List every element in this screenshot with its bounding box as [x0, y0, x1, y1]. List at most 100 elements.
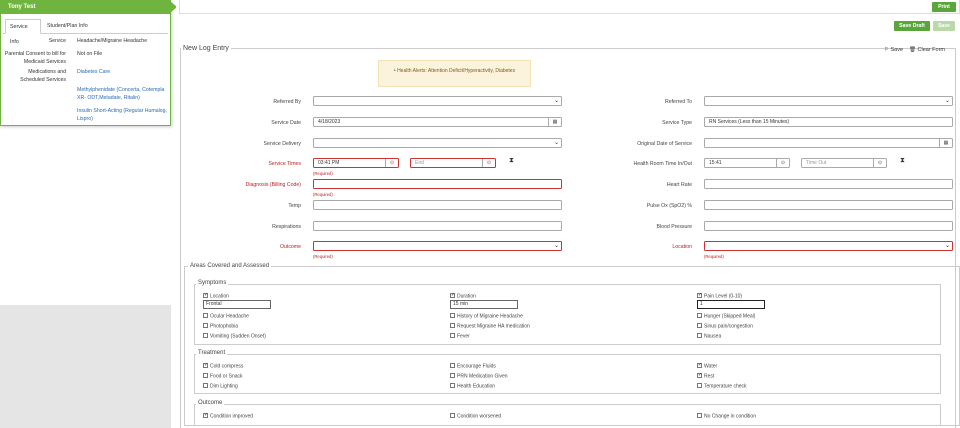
treatment-checkbox[interactable]: Water [697, 362, 717, 371]
student-tabs: Service Info Student/Plan Info [3, 19, 168, 45]
pulse-ox-input[interactable] [704, 200, 953, 210]
checkbox-unchecked [450, 333, 455, 338]
checkbox-unchecked [450, 323, 455, 328]
symptom-checkbox[interactable]: Hunger (Skipped Meal) [697, 313, 755, 321]
checkbox-unchecked [203, 323, 208, 328]
checkbox-label: Condition worsened [457, 413, 502, 420]
clear-form-link[interactable]: 🗑 Clear Form [909, 47, 945, 53]
treatment-checkbox[interactable]: Dim Lighting [203, 383, 238, 391]
outcome-checkbox[interactable]: Condition improved [203, 412, 253, 421]
referred-to-label: Referred To [664, 99, 692, 105]
service-type-value: RN Services (Less than 15 Minutes) [709, 119, 790, 125]
symptoms-box [194, 284, 941, 345]
checkbox-label: Vomiting (Sudden Onset) [210, 333, 266, 340]
checkbox-unchecked [203, 313, 208, 318]
service-time-start[interactable]: 03:41 PM ⊙ [313, 158, 399, 168]
outcome-checkbox[interactable]: Condition worsened [450, 413, 501, 421]
service-time-start-value: 03:41 PM [318, 160, 340, 166]
treatment-checkbox[interactable]: Encourage Fluids [450, 363, 496, 371]
symptom-checkbox[interactable]: Nausea [697, 333, 721, 341]
clock-icon[interactable]: ⊙ [776, 159, 789, 167]
trash-icon: 🗑 [909, 47, 916, 53]
heart-rate-input[interactable] [704, 179, 953, 189]
treatment-checkbox[interactable]: Temperature check [697, 383, 747, 391]
symptom-checkbox[interactable]: Ocular Headache [203, 313, 249, 321]
checkbox-label: Cold compress [210, 363, 244, 370]
symptom-checkbox[interactable]: Request Migraine HA medication [450, 323, 530, 331]
service-times-required: (Required) [313, 171, 333, 176]
clock-icon[interactable]: ⊙ [873, 159, 886, 167]
save-link[interactable]: ⚐ Save [884, 47, 903, 53]
blood-pressure-input[interactable] [704, 221, 953, 231]
calendar-icon[interactable]: ▦ [939, 139, 952, 147]
symptom-checkbox[interactable]: History of Migraine Headache [450, 313, 523, 321]
diabetes-care-link[interactable]: Diabetes Care [77, 69, 169, 77]
treatment-checkbox[interactable]: Health Education [450, 383, 495, 391]
symptom-checkbox[interactable]: Photophobia [203, 323, 238, 331]
chevron-down-icon: ⌄ [553, 243, 559, 249]
time-out-input[interactable]: Time Out ⊙ [801, 158, 887, 168]
medication-link-insulin[interactable]: Insulin Short-Acting (Regular Humalog, L… [77, 108, 169, 123]
treatment-checkbox[interactable]: PRN Medication Given [450, 373, 508, 381]
clock-icon[interactable]: ⊙ [482, 159, 495, 167]
symptom-location-label: Location [210, 293, 229, 300]
treatment-checkbox[interactable]: Cold compress [203, 362, 244, 371]
temp-label: Temp [288, 203, 301, 209]
consent-value: Not on File [77, 51, 103, 57]
symptom-location-input[interactable]: Frontal [203, 300, 271, 309]
outcome-checkbox[interactable]: No Change in condition [697, 413, 756, 421]
checkbox-unchecked [450, 313, 455, 318]
checkbox-label: No Change in condition [704, 413, 756, 420]
checkbox-checked [697, 372, 702, 379]
checkbox-label: Request Migraine HA medication [457, 323, 530, 330]
time-in-input[interactable]: 15:41 ⊙ [704, 158, 790, 168]
respirations-label: Respirations [272, 224, 301, 230]
hourglass-icon[interactable]: ⧗ [509, 157, 514, 165]
clock-icon[interactable]: ⊙ [385, 159, 398, 167]
alert-bullet: • [393, 68, 396, 74]
referred-to-select[interactable]: ⌄ [704, 96, 953, 106]
service-label: Service [48, 38, 66, 44]
outcome-label: Outcome [279, 244, 301, 250]
save-button[interactable]: Save [933, 21, 955, 31]
referred-by-select[interactable]: ⌄ [313, 96, 562, 106]
tab-student-plan-info[interactable]: Student/Plan Info [43, 19, 95, 34]
consent-label: Parental Consent to bill for Medicaid Se… [4, 51, 66, 65]
blood-pressure-label: Blood Pressure [656, 224, 692, 230]
symptom-checkbox[interactable]: Fever [450, 333, 470, 341]
print-button[interactable]: Print [932, 2, 956, 12]
pulse-ox-label: Pulse Ox (SpO2) % [646, 203, 692, 209]
time-in-value: 15:41 [709, 160, 722, 166]
treatment-checkbox[interactable]: Rest [697, 372, 714, 381]
symptom-pain-level-label: Pain Level (0-10) [704, 293, 743, 300]
symptom-duration-input[interactable]: 15 min [450, 300, 518, 309]
symptom-pain-level-input[interactable]: 1 [697, 300, 765, 309]
outcome-select[interactable]: ⌄ [313, 241, 562, 251]
checkbox-checked [203, 412, 208, 419]
temp-input[interactable] [313, 200, 562, 210]
original-date-input[interactable]: ▦ [704, 138, 953, 148]
chevron-down-icon: ⌄ [944, 98, 950, 104]
hourglass-icon[interactable]: ⧗ [900, 157, 905, 165]
service-time-end[interactable]: End ⊙ [410, 158, 496, 168]
service-delivery-select[interactable]: ⌄ [313, 138, 562, 148]
referred-by-label: Referred By [273, 99, 301, 105]
tab-service-info[interactable]: Service Info [5, 19, 41, 45]
location-select[interactable]: ⌄ [704, 241, 953, 251]
checkbox-unchecked [697, 383, 702, 388]
service-date-input[interactable]: 4/18/2023 ▦ [313, 117, 562, 127]
symptom-checkbox[interactable]: Sinus pain/congestion [697, 323, 753, 331]
save-draft-button[interactable]: Save Draft [894, 21, 930, 31]
medication-link-methylphenidate[interactable]: Methylphenidate (Concerta, Cotempla XR- … [77, 87, 169, 102]
treatment-checkbox[interactable]: Food or Snack [203, 373, 243, 381]
respirations-input[interactable] [313, 221, 562, 231]
service-type-label: Service Type [662, 120, 692, 126]
save-link-text: Save [890, 47, 904, 53]
checkbox-unchecked [697, 333, 702, 338]
service-time-end-placeholder: End [415, 160, 424, 166]
service-type-input[interactable]: RN Services (Less than 15 Minutes) [704, 117, 953, 127]
diagnosis-input[interactable] [313, 179, 562, 189]
calendar-icon[interactable]: ▦ [548, 118, 561, 126]
checkbox-label: Encourage Fluids [457, 363, 496, 370]
symptom-checkbox[interactable]: Vomiting (Sudden Onset) [203, 333, 266, 341]
